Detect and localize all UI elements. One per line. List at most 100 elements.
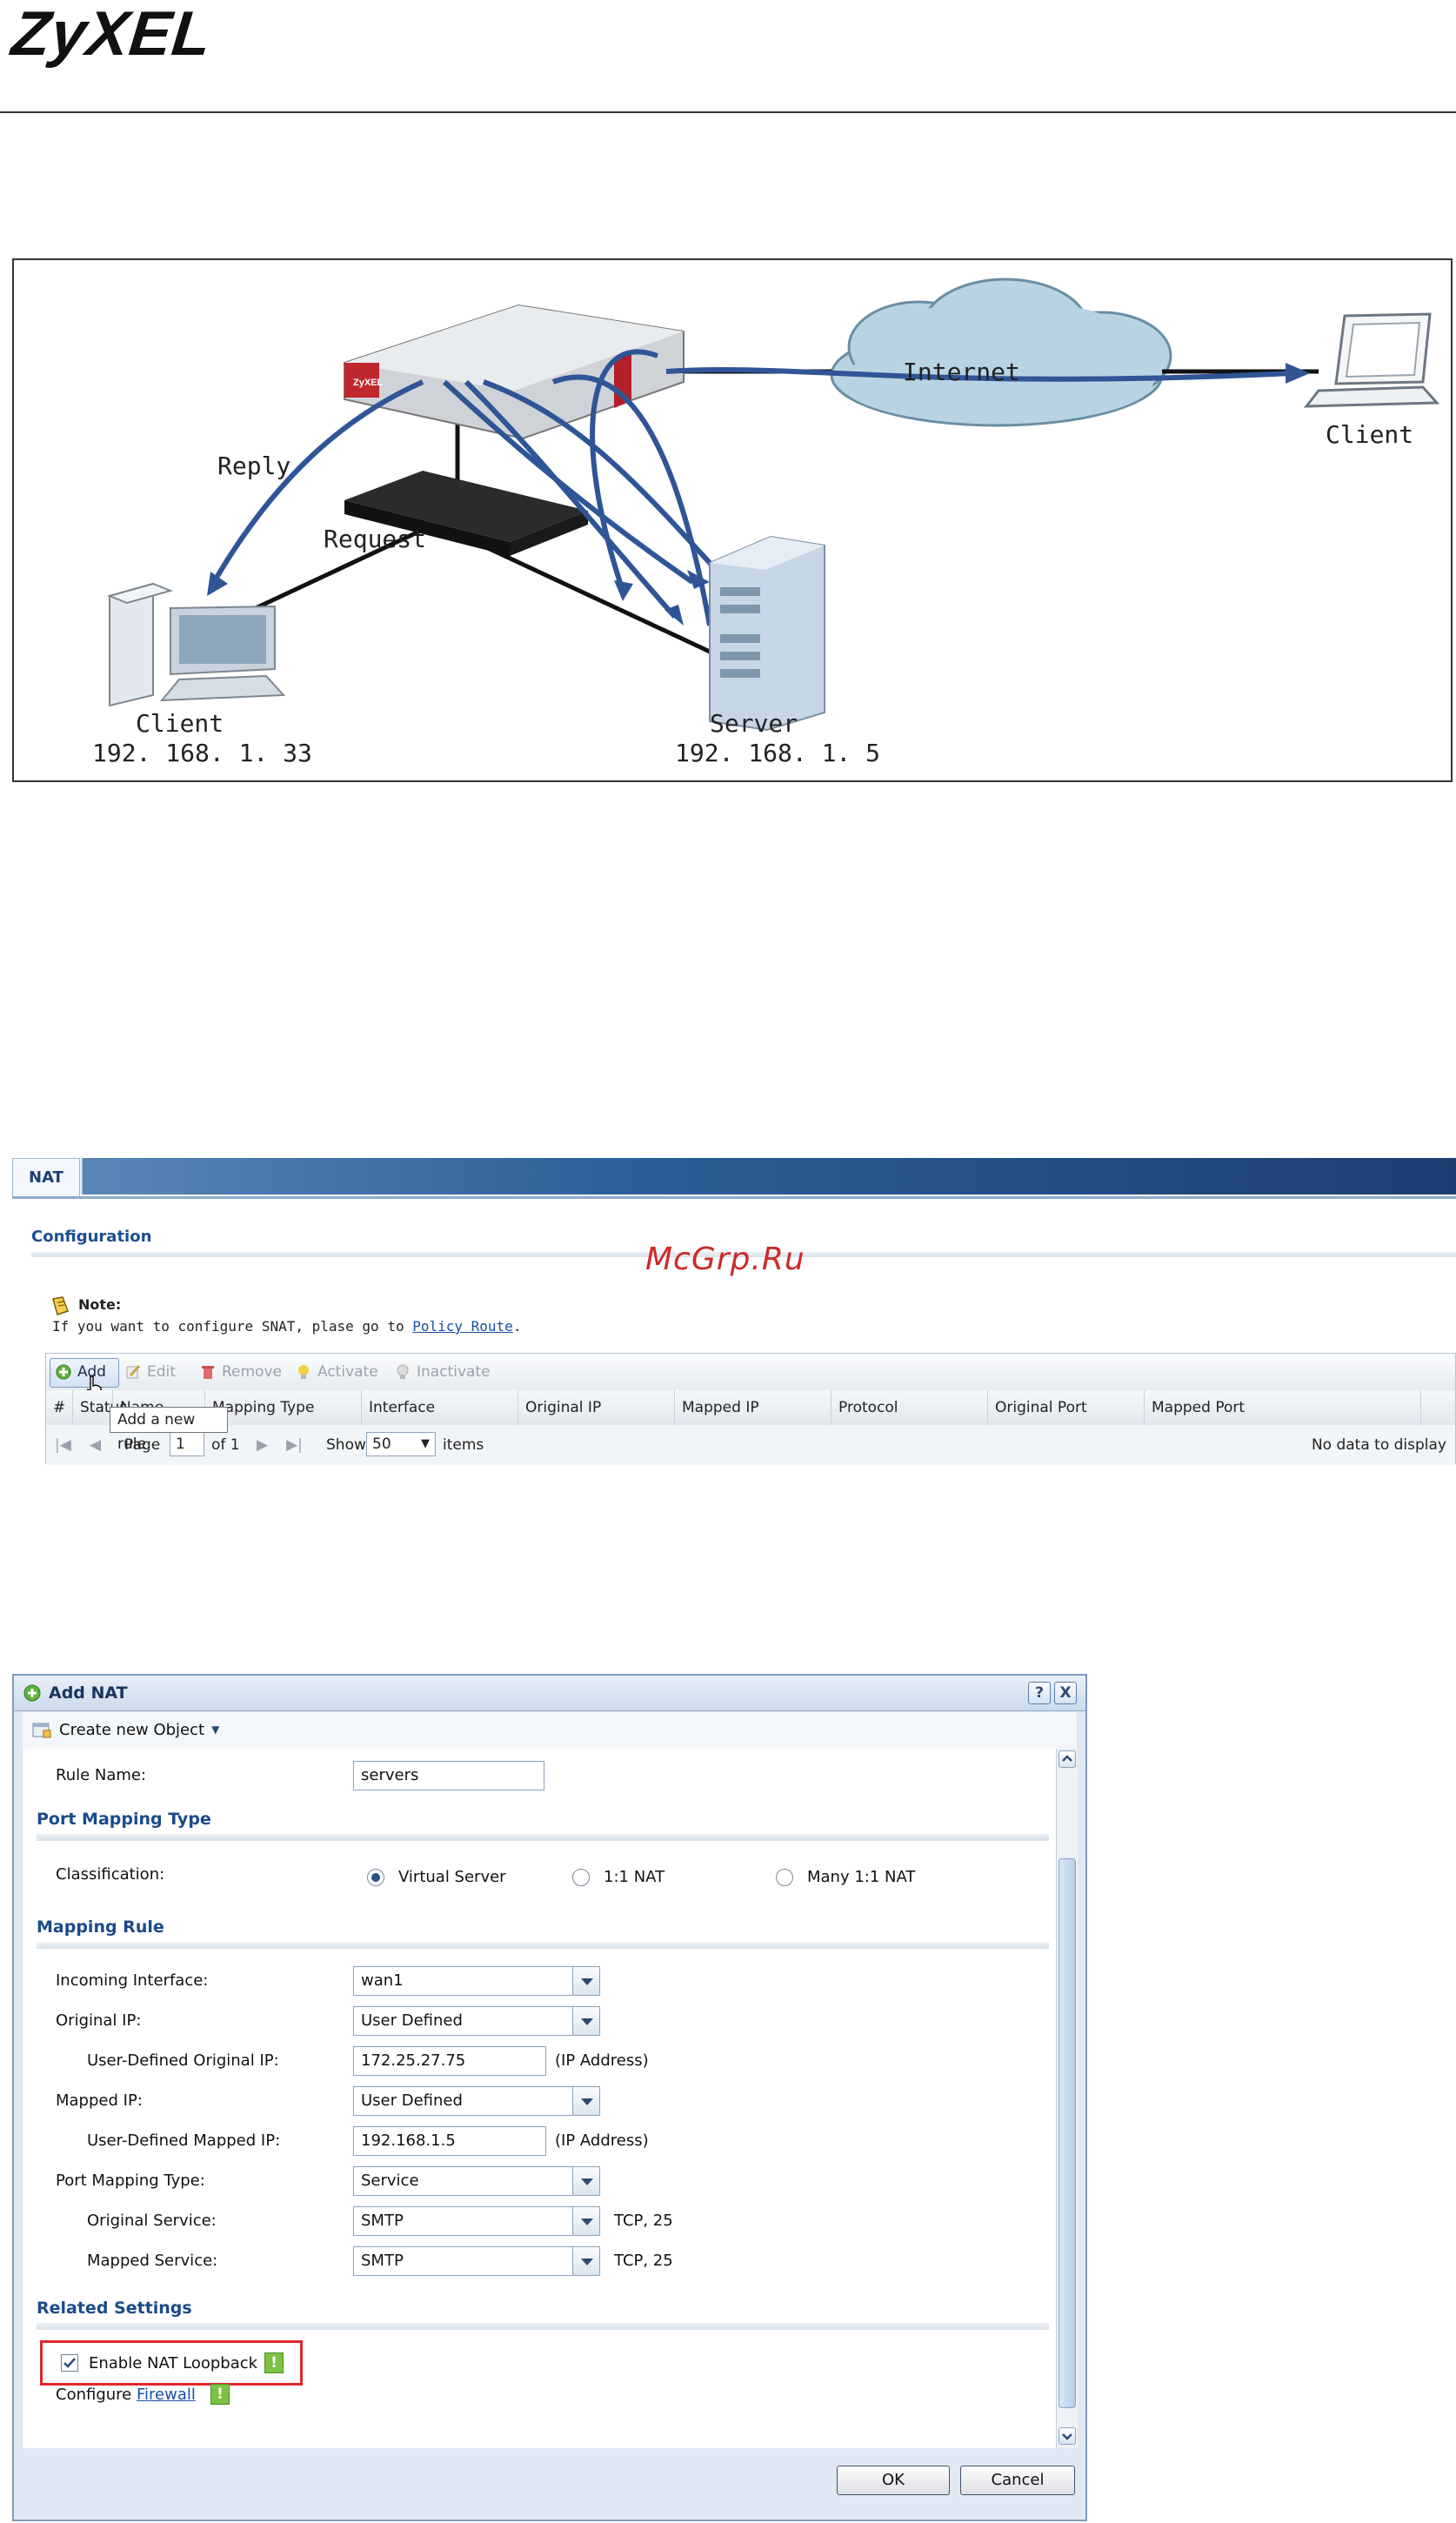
dialog-form: Rule Name: servers Port Mapping Type Cla…: [23, 1749, 1056, 2448]
original-ip-select[interactable]: User Defined: [353, 2006, 600, 2036]
router-brand: ZyXEL: [353, 378, 384, 388]
col-original-ip[interactable]: Original IP: [518, 1390, 674, 1425]
page-of-label: of 1: [211, 1436, 240, 1454]
scroll-up-arrow[interactable]: [1059, 1750, 1076, 1768]
col-mapped-port[interactable]: Mapped Port: [1144, 1390, 1300, 1425]
inactivate-button[interactable]: Inactivate: [394, 1362, 491, 1382]
object-icon: [32, 1723, 51, 1738]
chevron-down-icon: [572, 2247, 599, 2275]
note-icon: [52, 1296, 69, 1315]
chevron-down-icon: [572, 2167, 599, 2195]
per-page-value: 50: [372, 1436, 391, 1453]
col-options[interactable]: [1420, 1390, 1455, 1425]
ud-original-ip-label: User-Defined Original IP:: [87, 2051, 279, 2070]
mapped-service-select[interactable]: SMTP: [353, 2246, 600, 2276]
chevron-down-icon: ▼: [421, 1437, 430, 1450]
chevron-down-icon: [572, 2207, 599, 2235]
first-page-icon[interactable]: |◀: [55, 1436, 71, 1454]
local-client-computer: [106, 582, 286, 707]
col-mapped-ip[interactable]: Mapped IP: [674, 1390, 831, 1425]
virtual-server-radio[interactable]: [367, 1869, 384, 1886]
nat-rules-grid: Add Edit Remove Activate Inactivate # St: [45, 1353, 1456, 1465]
note-text-body: If you want to configure SNAT, plase go …: [52, 1318, 413, 1335]
info-icon[interactable]: !: [210, 2384, 230, 2405]
remove-button[interactable]: Remove: [199, 1362, 282, 1382]
chevron-down-icon: [1062, 2433, 1072, 2440]
empty-message: No data to display: [1311, 1436, 1446, 1454]
chevron-down-icon: [572, 2087, 599, 2115]
internet-cloud: [830, 278, 1172, 427]
scroll-down-arrow[interactable]: [1059, 2427, 1076, 2445]
per-page-select[interactable]: 50 ▼: [366, 1432, 436, 1456]
col-original-port[interactable]: Original Port: [987, 1390, 1144, 1425]
mapped-service-hint: TCP, 25: [614, 2252, 673, 2270]
many-one-to-one-nat-radio[interactable]: [776, 1869, 793, 1886]
network-diagram: ZyXEL Internet Client Reply Request Clie…: [12, 258, 1453, 782]
virtual-server-label: Virtual Server: [398, 1868, 506, 1886]
request-label: Request: [324, 525, 426, 553]
info-icon[interactable]: !: [264, 2352, 284, 2373]
col-protocol[interactable]: Protocol: [831, 1390, 987, 1425]
nat-tab-bar: [12, 1158, 1456, 1195]
scroll-thumb[interactable]: [1059, 1858, 1076, 2408]
nat-loopback-label: Enable NAT Loopback: [89, 2354, 258, 2372]
dialog-scrollbar[interactable]: [1056, 1749, 1078, 2448]
port-mapping-type-value: Service: [361, 2172, 419, 2190]
firewall-link[interactable]: Firewall: [137, 2386, 196, 2404]
ud-mapped-ip-input[interactable]: 192.168.1.5: [353, 2126, 546, 2156]
router-device: ZyXEL: [344, 304, 685, 440]
next-page-icon[interactable]: ▶: [257, 1436, 268, 1454]
chevron-down-icon: [572, 1967, 599, 1995]
one-to-one-nat-radio[interactable]: [572, 1869, 590, 1886]
remove-label: Remove: [222, 1363, 282, 1381]
watermark: McGrp.Ru: [645, 1241, 805, 1277]
tab-nat[interactable]: NAT: [12, 1158, 80, 1196]
incoming-interface-select[interactable]: wan1: [353, 1966, 600, 1996]
original-service-select[interactable]: SMTP: [353, 2206, 600, 2236]
col-interface[interactable]: Interface: [361, 1390, 518, 1425]
chevron-down-icon: [572, 2007, 599, 2035]
activate-label: Activate: [317, 1363, 378, 1381]
last-page-icon[interactable]: ▶|: [286, 1436, 303, 1454]
col-mapping-type[interactable]: Mapping Type: [204, 1390, 361, 1425]
add-tooltip: Add a new rule: [110, 1407, 228, 1453]
original-ip-label: Original IP:: [56, 2011, 142, 2030]
prev-page-icon[interactable]: ◀: [90, 1436, 101, 1454]
checkmark-icon: [63, 2358, 76, 2368]
one-to-one-nat-label: 1:1 NAT: [604, 1868, 665, 1886]
dialog-toolbar: Create new Object ▼: [23, 1712, 1077, 1750]
reply-label: Reply: [217, 452, 291, 480]
note-period: .: [512, 1318, 522, 1335]
col-status[interactable]: Status: [72, 1390, 127, 1425]
configure-firewall-text: Configure Firewall: [56, 2386, 196, 2404]
add-nat-dialog: Add NAT ? X Create new Object ▼ Rule Nam…: [12, 1674, 1087, 2521]
col-number[interactable]: #: [46, 1390, 72, 1425]
mapped-ip-select[interactable]: User Defined: [353, 2086, 600, 2116]
help-button[interactable]: ?: [1028, 1682, 1051, 1704]
page-input[interactable]: 1: [170, 1432, 204, 1456]
ok-button[interactable]: OK: [837, 2466, 950, 2495]
close-button[interactable]: X: [1054, 1682, 1077, 1704]
original-service-label: Original Service:: [87, 2212, 217, 2230]
cancel-button[interactable]: Cancel: [960, 2466, 1075, 2495]
port-mapping-type-divider: [37, 1834, 1049, 1841]
nat-loopback-checkbox[interactable]: [61, 2354, 78, 2372]
incoming-interface-value: wan1: [361, 1971, 404, 1990]
many-one-to-one-nat-label: Many 1:1 NAT: [807, 1868, 916, 1886]
server-ip: 192. 168. 1. 5: [675, 739, 880, 767]
ud-mapped-ip-hint: (IP Address): [555, 2132, 649, 2150]
edit-icon: [126, 1364, 141, 1379]
lightbulb-off-icon: [397, 1364, 409, 1379]
mapped-service-label: Mapped Service:: [87, 2252, 218, 2270]
create-object-menu[interactable]: Create new Object ▼: [31, 1720, 219, 1739]
edit-button[interactable]: Edit: [124, 1362, 176, 1382]
activate-button[interactable]: Activate: [295, 1362, 378, 1382]
diagram-canvas: ZyXEL Internet Client Reply Request Clie…: [92, 278, 1440, 767]
rule-name-input[interactable]: servers: [353, 1761, 544, 1790]
policy-route-link[interactable]: Policy Route: [412, 1318, 513, 1335]
zyxel-logo: ZyXEL: [8, 0, 216, 69]
lightbulb-on-icon: [298, 1365, 309, 1379]
ud-original-ip-input[interactable]: 172.25.27.75: [353, 2046, 546, 2076]
mapping-rule-heading: Mapping Rule: [37, 1917, 164, 1937]
port-mapping-type-select[interactable]: Service: [353, 2166, 600, 2196]
